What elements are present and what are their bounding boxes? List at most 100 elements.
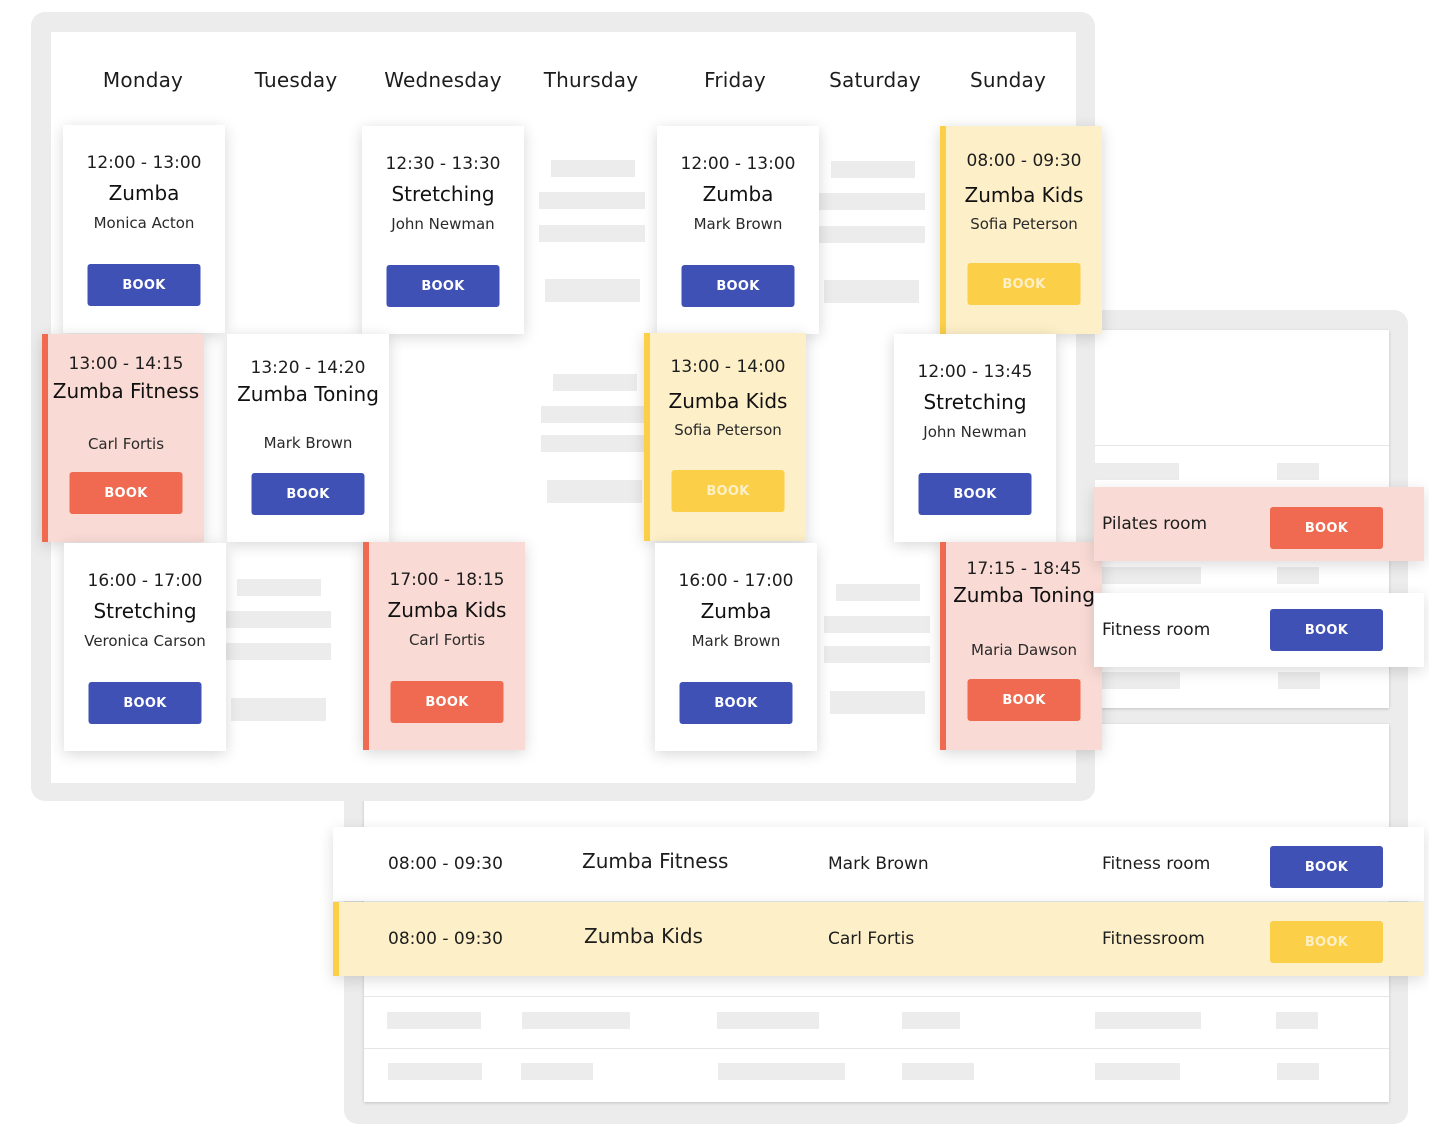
class-card-highlighted: 13:00 - 14:15 Zumba Fitness Carl Fortis …: [42, 334, 204, 542]
class-title: Zumba Toning: [237, 382, 379, 406]
skeleton-bar: [545, 279, 640, 302]
book-button[interactable]: BOOK: [1270, 507, 1383, 549]
skeleton-bar: [547, 480, 642, 503]
class-time: 12:00 - 13:45: [917, 362, 1033, 382]
book-button[interactable]: BOOK: [88, 682, 202, 724]
class-card-highlighted: 17:15 - 18:45 Zumba Toning Maria Dawson …: [940, 542, 1102, 750]
day-header-wednesday: Wednesday: [384, 68, 502, 92]
skeleton-bar: [225, 611, 331, 628]
book-button[interactable]: BOOK: [1270, 921, 1383, 963]
class-title: Zumba Kids: [964, 183, 1084, 207]
class-time: 16:00 - 17:00: [87, 571, 203, 591]
day-header-friday: Friday: [704, 68, 766, 92]
book-button[interactable]: BOOK: [69, 472, 183, 514]
class-card: 12:00 - 13:00 Zumba Mark Brown BOOK: [657, 126, 819, 334]
class-title: Zumba: [108, 181, 180, 205]
skeleton-bar: [1100, 672, 1180, 689]
list-row-highlighted: Pilates room BOOK: [1094, 487, 1424, 561]
class-time: 17:15 - 18:45: [966, 559, 1082, 579]
day-header-monday: Monday: [102, 68, 184, 92]
list-row: Fitness room BOOK: [1094, 593, 1424, 667]
room-name: Fitnessroom: [1102, 929, 1205, 949]
book-button[interactable]: BOOK: [87, 264, 201, 306]
class-time: 13:20 - 14:20: [250, 358, 366, 378]
class-title: Zumba Fitness: [52, 379, 200, 403]
class-title: Zumba Toning: [953, 583, 1095, 607]
class-card-highlighted: 08:00 - 09:30 Zumba Kids Sofia Peterson …: [940, 126, 1102, 334]
skeleton-bar: [1276, 1012, 1318, 1029]
skeleton-bar: [1277, 1063, 1319, 1080]
room-name: Fitness room: [1102, 854, 1211, 874]
skeleton-bar: [819, 193, 925, 210]
row-divider: [1094, 445, 1389, 446]
skeleton-bar: [522, 1012, 630, 1029]
row-divider: [364, 1048, 1389, 1049]
class-card: 12:00 - 13:45 Stretching John Newman BOO…: [894, 334, 1056, 542]
class-time: 08:00 - 09:30: [388, 929, 503, 949]
book-button[interactable]: BOOK: [681, 265, 795, 307]
class-time: 12:00 - 13:00: [86, 153, 202, 173]
skeleton-bar: [387, 1012, 481, 1029]
day-header-sunday: Sunday: [969, 68, 1047, 92]
class-time: 16:00 - 17:00: [678, 571, 794, 591]
class-instructor: Mark Brown: [691, 632, 781, 650]
class-card: 16:00 - 17:00 Zumba Mark Brown BOOK: [655, 543, 817, 751]
class-instructor: Mark Brown: [828, 854, 929, 874]
book-button[interactable]: BOOK: [251, 473, 365, 515]
skeleton-bar: [902, 1012, 960, 1029]
book-button[interactable]: BOOK: [967, 679, 1081, 721]
skeleton-bar: [225, 643, 331, 660]
skeleton-bar: [1094, 463, 1179, 480]
class-title: Zumba Kids: [668, 389, 788, 413]
skeleton-bar: [824, 280, 919, 303]
book-button[interactable]: BOOK: [671, 470, 785, 512]
skeleton-bar: [1277, 463, 1319, 480]
class-instructor: Veronica Carson: [84, 632, 206, 650]
book-button[interactable]: BOOK: [386, 265, 500, 307]
book-button[interactable]: BOOK: [390, 681, 504, 723]
skeleton-bar: [1277, 567, 1319, 584]
class-time: 13:00 - 14:15: [68, 354, 184, 374]
skeleton-bar: [539, 192, 645, 209]
skeleton-bar: [1100, 567, 1201, 584]
skeleton-bar: [1095, 1012, 1201, 1029]
class-instructor: Maria Dawson: [971, 641, 1077, 659]
skeleton-bar: [553, 374, 637, 391]
skeleton-bar: [1095, 1063, 1180, 1080]
class-time: 12:30 - 13:30: [385, 154, 501, 174]
row-divider: [364, 996, 1389, 997]
class-title: Stretching: [923, 390, 1027, 414]
skeleton-bar: [819, 226, 925, 243]
book-button[interactable]: BOOK: [1270, 609, 1383, 651]
class-instructor: John Newman: [391, 215, 495, 233]
class-card-highlighted: 17:00 - 18:15 Zumba Kids Carl Fortis BOO…: [363, 542, 525, 750]
class-time: 13:00 - 14:00: [670, 357, 786, 377]
skeleton-bar: [831, 161, 915, 178]
skeleton-bar: [551, 160, 635, 177]
class-instructor: Sofia Peterson: [970, 215, 1078, 233]
skeleton-bar: [718, 1063, 845, 1080]
room-name: Pilates room: [1102, 514, 1208, 534]
class-time: 08:00 - 09:30: [388, 854, 503, 874]
list-row-highlighted: 08:00 - 09:30 Zumba Kids Carl Fortis Fit…: [333, 902, 1424, 976]
class-time: 08:00 - 09:30: [966, 151, 1082, 171]
skeleton-bar: [231, 698, 326, 721]
book-button[interactable]: BOOK: [967, 263, 1081, 305]
skeleton-bar: [521, 1063, 593, 1080]
class-title: Zumba Kids: [387, 598, 507, 622]
skeleton-bar: [824, 616, 930, 633]
class-instructor: Mark Brown: [693, 215, 783, 233]
class-instructor: Carl Fortis: [408, 631, 486, 649]
skeleton-bar: [836, 584, 920, 601]
book-button[interactable]: BOOK: [918, 473, 1032, 515]
skeleton-bar: [824, 646, 930, 663]
class-instructor: Carl Fortis: [87, 435, 165, 453]
skeleton-bar: [541, 406, 647, 423]
book-button[interactable]: BOOK: [679, 682, 793, 724]
skeleton-bar: [902, 1063, 974, 1080]
class-title: Zumba: [702, 182, 774, 206]
book-button[interactable]: BOOK: [1270, 846, 1383, 888]
day-header-tuesday: Tuesday: [254, 68, 338, 92]
class-title: Stretching: [93, 599, 197, 623]
class-time: 17:00 - 18:15: [389, 570, 505, 590]
